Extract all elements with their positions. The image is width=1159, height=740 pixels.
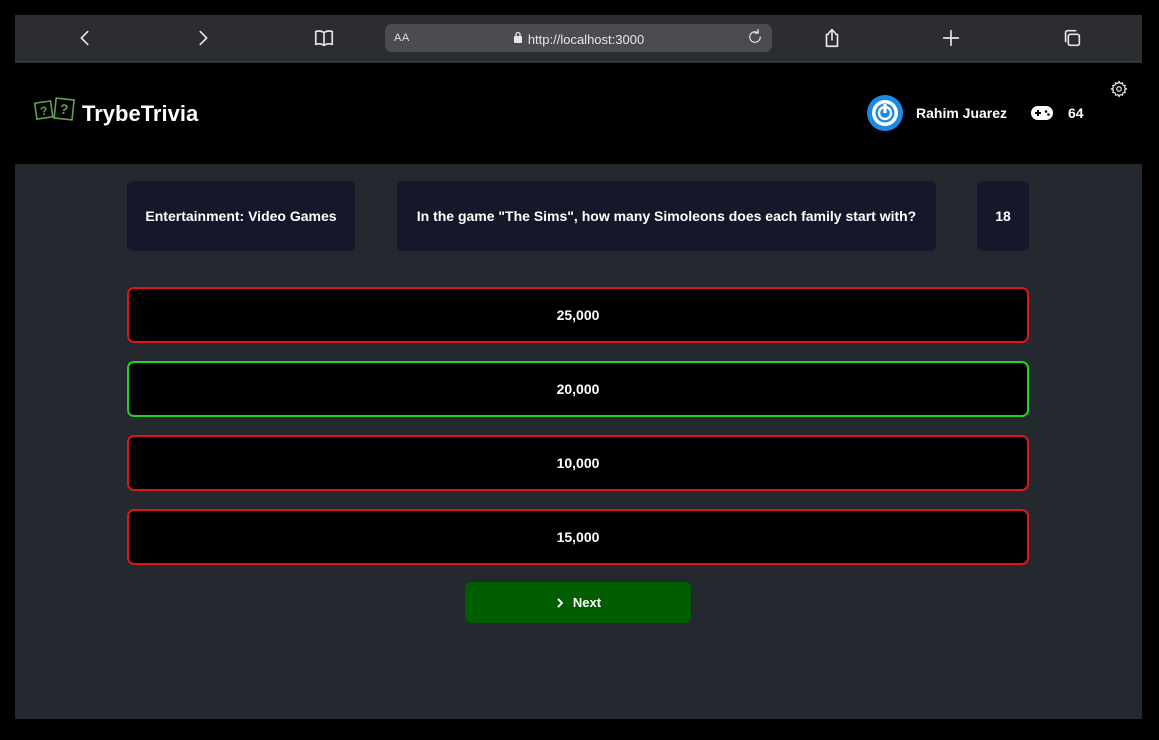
answer-option[interactable]: 25,000: [127, 287, 1029, 343]
forward-icon[interactable]: [189, 24, 217, 52]
timer-card: 18: [977, 181, 1029, 251]
logo: ? ? TrybeTrivia: [33, 97, 199, 130]
next-button[interactable]: Next: [465, 582, 691, 623]
address-bar[interactable]: AA http://localhost:3000: [385, 24, 772, 52]
chevron-right-icon: [557, 598, 563, 607]
question-card: In the game "The Sims", how many Simoleo…: [397, 181, 936, 251]
browser-window: AA http://localhost:3000 ? ? TrybeTrivia…: [15, 15, 1142, 719]
next-button-label: Next: [572, 595, 602, 610]
back-icon[interactable]: [71, 24, 99, 52]
share-icon[interactable]: [818, 24, 846, 52]
gear-icon[interactable]: [1110, 80, 1128, 98]
url-text: http://localhost:3000: [527, 31, 645, 47]
answer-option[interactable]: 15,000: [127, 509, 1029, 565]
answer-option[interactable]: 10,000: [127, 435, 1029, 491]
svg-text:?: ?: [59, 101, 69, 118]
gamepad-icon: [1030, 104, 1054, 122]
lock-icon: [513, 30, 523, 48]
new-tab-icon[interactable]: [937, 24, 965, 52]
category-card: Entertainment: Video Games: [127, 181, 355, 251]
tabs-icon[interactable]: [1058, 24, 1086, 52]
app-title: TrybeTrivia: [82, 100, 199, 126]
svg-text:?: ?: [39, 104, 48, 119]
score-value: 64: [1068, 105, 1084, 121]
bookmarks-icon[interactable]: [310, 24, 338, 52]
avatar: [867, 95, 903, 131]
reload-icon[interactable]: [746, 28, 766, 48]
logo-icon: ? ?: [33, 97, 76, 130]
player-name: Rahim Juarez: [916, 105, 1008, 121]
app-header: ? ? TrybeTrivia Rahim Juarez 64: [15, 63, 1142, 164]
browser-toolbar: AA http://localhost:3000: [15, 15, 1142, 62]
answer-option-correct[interactable]: 20,000: [127, 361, 1029, 417]
